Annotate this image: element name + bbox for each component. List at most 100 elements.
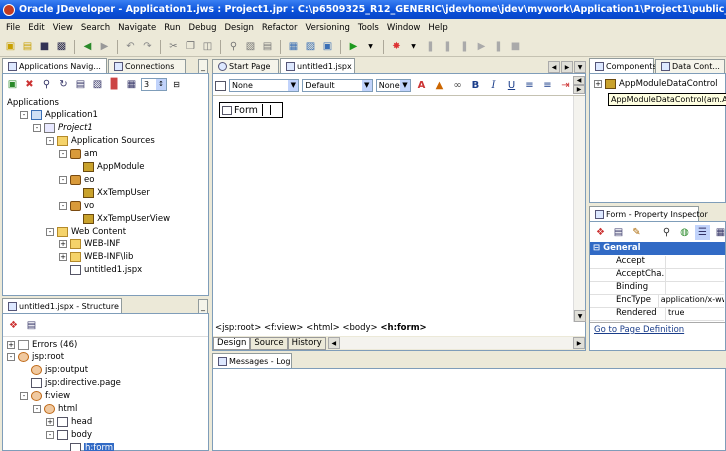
underline-icon[interactable]: U: [504, 78, 519, 93]
collapse-node-icon[interactable]: -: [59, 201, 67, 210]
copy-icon[interactable]: ❐: [183, 39, 198, 54]
menu-navigate[interactable]: Navigate: [114, 23, 160, 33]
tab-property-inspector[interactable]: Form - Property Inspector: [589, 206, 708, 221]
menu-edit[interactable]: Edit: [24, 23, 48, 33]
structure_panel-item[interactable]: jsp:directive.page: [20, 377, 121, 390]
structure_panel-item[interactable]: jsp:output: [20, 364, 88, 377]
new-application-icon[interactable]: ▣: [5, 77, 20, 92]
step-over-icon[interactable]: ❚: [423, 39, 438, 54]
collapse-node-icon[interactable]: -: [33, 124, 41, 133]
menu-file[interactable]: File: [2, 23, 24, 33]
filter-icon[interactable]: ▦: [124, 77, 139, 92]
rebuild-icon[interactable]: ▨: [303, 39, 318, 54]
expand-node-icon[interactable]: +: [59, 253, 67, 262]
open-icon[interactable]: ▤: [20, 39, 35, 54]
forward-icon[interactable]: ▶: [97, 39, 112, 54]
terminate-icon[interactable]: ■: [508, 39, 523, 54]
save-icon[interactable]: ■: [37, 39, 52, 54]
scroll-down-icon[interactable]: ▼: [574, 310, 586, 322]
more-icon[interactable]: ▦: [713, 225, 726, 240]
deploy-icon[interactable]: ▣: [320, 39, 335, 54]
nav_panel-item[interactable]: - Application Sources: [46, 135, 155, 148]
toolbar-scroll-right-icon[interactable]: ▶: [573, 85, 585, 94]
property-value[interactable]: [666, 269, 668, 281]
tab-components[interactable]: Components: [589, 58, 657, 73]
nav_panel-item[interactable]: - am: [59, 148, 98, 161]
block-format-select[interactable]: None ▼: [229, 79, 300, 92]
expand-node-icon[interactable]: +: [59, 240, 67, 249]
collapse-node-icon[interactable]: -: [7, 353, 15, 362]
property-value[interactable]: true: [666, 308, 684, 320]
data-control-item[interactable]: + AppModuleDataControl: [594, 77, 718, 90]
bold-icon[interactable]: B: [468, 78, 483, 93]
structure_panel-item[interactable]: - f:view: [20, 390, 70, 403]
redo-icon[interactable]: ↷: [140, 39, 155, 54]
nav_panel-item[interactable]: Applications: [7, 96, 59, 109]
properties-icon[interactable]: ▤: [73, 77, 88, 92]
tab-list-icon[interactable]: ▼: [574, 61, 586, 73]
pin-icon[interactable]: ❖: [6, 318, 21, 333]
nav_panel-item[interactable]: + WEB-INF: [59, 238, 120, 251]
nav_panel-item[interactable]: XxTempUser: [72, 186, 150, 199]
expand-icon[interactable]: +: [594, 79, 602, 88]
project-icon[interactable]: ▧: [90, 77, 105, 92]
nav_panel-item[interactable]: - Web Content: [46, 225, 126, 238]
paste-icon[interactable]: ◫: [200, 39, 215, 54]
tab-scroll-right-icon[interactable]: ▶: [561, 61, 573, 73]
nav_panel-item[interactable]: - eo: [59, 173, 94, 186]
unordered-list-icon[interactable]: ≡: [540, 78, 555, 93]
refresh-icon[interactable]: ↻: [56, 77, 71, 92]
undo-icon[interactable]: ↶: [123, 39, 138, 54]
menu-view[interactable]: View: [49, 23, 77, 33]
property-row[interactable]: EncTypeapplication/x-ww...: [590, 295, 724, 308]
indent-icon[interactable]: ⇥: [558, 78, 573, 93]
collapse-node-icon[interactable]: -: [33, 405, 41, 413]
edit-icon[interactable]: ✎: [629, 225, 644, 240]
resume-icon[interactable]: ▶: [474, 39, 489, 54]
structure_panel-item[interactable]: + Errors (46): [7, 338, 77, 351]
pause-icon[interactable]: ❚: [491, 39, 506, 54]
tab-data-control[interactable]: Data Cont...: [655, 59, 725, 73]
tab-untitled1-jspx[interactable]: untitled1.jspx: [280, 58, 355, 73]
nav_panel-item[interactable]: - Project1: [33, 122, 93, 135]
menu-tools[interactable]: Tools: [354, 23, 383, 33]
collapse-icon[interactable]: ⊟: [169, 77, 184, 92]
menu-refactor[interactable]: Refactor: [258, 23, 302, 33]
ordered-list-icon[interactable]: ≡: [522, 78, 537, 93]
minimize-structure-button[interactable]: _: [198, 299, 208, 313]
find-icon[interactable]: ⚲: [226, 39, 241, 54]
structure-settings-icon[interactable]: ▤: [24, 318, 39, 333]
form-component[interactable]: Form: [219, 102, 283, 118]
collapse-node-icon[interactable]: -: [46, 227, 54, 236]
search-icon[interactable]: ⚲: [39, 77, 54, 92]
expand-node-icon[interactable]: +: [7, 340, 15, 349]
italic-icon[interactable]: I: [486, 78, 501, 93]
tab-design[interactable]: Design: [213, 336, 251, 350]
menu-run[interactable]: Run: [160, 23, 184, 33]
collapse-node-icon[interactable]: -: [20, 392, 28, 401]
collapse-node-icon[interactable]: -: [59, 175, 67, 184]
collapse-node-icon[interactable]: -: [20, 111, 28, 120]
nav_panel-item[interactable]: - vo: [59, 199, 94, 212]
property-row[interactable]: Accept: [590, 256, 724, 269]
cut-icon[interactable]: ✂: [166, 39, 181, 54]
find-property-icon[interactable]: ⚲: [659, 225, 674, 240]
depth-stepper[interactable]: 3 ↕: [141, 78, 167, 91]
design-canvas[interactable]: Form: [213, 96, 573, 322]
fill-color-icon[interactable]: ▲: [432, 78, 447, 93]
expand-node-icon[interactable]: +: [46, 417, 54, 426]
menu-help[interactable]: Help: [424, 23, 451, 33]
horizontal-scrollbar[interactable]: [339, 337, 573, 349]
delete-icon[interactable]: ✖: [22, 77, 37, 92]
nav_panel-item[interactable]: XxTempUserView: [72, 212, 170, 225]
font-select[interactable]: Default ▼: [302, 79, 373, 92]
nav_panel-item[interactable]: AppModule: [72, 161, 145, 174]
go-to-page-definition-link[interactable]: Go to Page Definition: [594, 325, 684, 335]
minimize-navigator-button[interactable]: _: [198, 59, 208, 73]
nav_panel-item[interactable]: - Application1: [20, 109, 98, 122]
property-section-general[interactable]: ⊟ General: [590, 242, 725, 255]
structure_panel-item[interactable]: - jsp:root: [7, 351, 64, 364]
menu-design[interactable]: Design: [220, 23, 257, 33]
property-row[interactable]: Binding: [590, 282, 724, 295]
categorize-icon[interactable]: ☰: [695, 225, 710, 240]
